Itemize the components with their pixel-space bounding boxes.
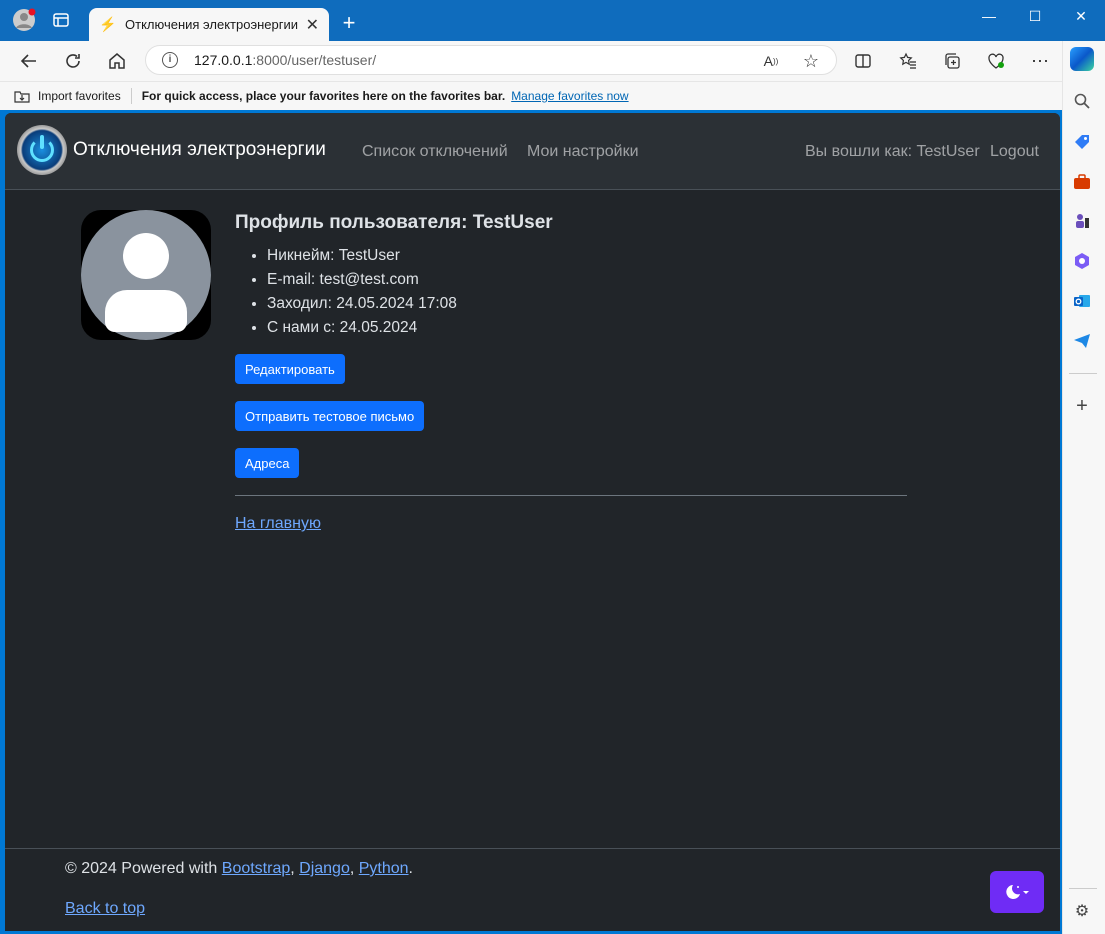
favorites-icon[interactable] — [893, 46, 923, 76]
edit-button[interactable]: Редактировать — [235, 354, 345, 384]
tab-title: Отключения электроэнергии — [125, 17, 298, 32]
sidebar-settings-gear-icon[interactable]: ⚙ — [1071, 900, 1093, 922]
address-bar[interactable]: i 127.0.0.1:8000/user/testuser/ — [145, 45, 837, 75]
add-sidebar-app-icon[interactable]: + — [1071, 395, 1093, 417]
python-link[interactable]: Python — [359, 860, 409, 877]
games-chess-icon[interactable] — [1071, 210, 1093, 232]
avatar-head — [123, 233, 169, 279]
close-window-icon[interactable]: ✕ — [1058, 0, 1104, 32]
navbar-brand[interactable]: Отключения электроэнергии — [73, 139, 326, 161]
split-screen-icon[interactable] — [848, 46, 878, 76]
favbar-divider — [130, 88, 132, 104]
detail-last-login: Заходил: 24.05.2024 17:08 — [267, 292, 457, 316]
maximize-icon[interactable]: ☐ — [1012, 0, 1058, 32]
import-favorites-link[interactable]: Import favorites — [38, 89, 121, 103]
tools-briefcase-icon[interactable] — [1071, 171, 1093, 193]
web-page: Отключения электроэнергии Список отключе… — [5, 113, 1060, 931]
divider — [235, 495, 907, 496]
site-logo-power-icon[interactable] — [17, 125, 67, 175]
home-icon[interactable] — [102, 46, 132, 76]
power-line — [40, 135, 44, 149]
new-tab-icon[interactable]: + — [336, 10, 362, 36]
django-link[interactable]: Django — [299, 860, 350, 877]
favorite-star-icon[interactable]: ☆ — [796, 46, 826, 76]
footer-copyright: © 2024 Powered with Bootstrap, Django, P… — [65, 860, 413, 877]
outlook-icon[interactable] — [1071, 290, 1093, 312]
footer-divider — [5, 848, 1060, 849]
address-path: :8000/user/testuser/ — [252, 52, 377, 68]
moon-stars-icon — [1006, 885, 1029, 899]
footer-suffix: . — [408, 860, 413, 877]
detail-joined: С нами с: 24.05.2024 — [267, 316, 457, 340]
footer-prefix: © 2024 Powered with — [65, 860, 222, 877]
user-avatar — [81, 210, 211, 340]
more-menu-icon[interactable]: ⋯ — [1025, 46, 1055, 76]
manage-favorites-link[interactable]: Manage favorites now — [511, 89, 628, 103]
profile-icon[interactable] — [8, 4, 40, 36]
sidebar-divider-bottom — [1069, 888, 1097, 889]
tab-favicon-lightning-icon: ⚡ — [99, 16, 117, 32]
avatar-body — [105, 290, 187, 332]
back-to-top-link[interactable]: Back to top — [65, 900, 145, 918]
bootstrap-link[interactable]: Bootstrap — [222, 860, 290, 877]
collections-icon[interactable] — [937, 46, 967, 76]
profile-details-list: Никнейм: TestUser E-mail: test@test.com … — [267, 244, 457, 340]
browser-essentials-icon[interactable] — [981, 46, 1011, 76]
import-folder-icon — [14, 91, 30, 103]
logged-in-as-label: Вы вошли как: TestUser — [805, 143, 980, 160]
microsoft365-icon[interactable] — [1071, 250, 1093, 272]
tab-close-icon[interactable]: ✕ — [306, 15, 319, 35]
sidebar-divider — [1069, 373, 1097, 374]
favbar-hint: For quick access, place your favorites h… — [141, 89, 506, 103]
theme-toggle-button[interactable] — [990, 871, 1044, 913]
addresses-button[interactable]: Адреса — [235, 448, 300, 478]
logout-link[interactable]: Logout — [990, 143, 1039, 161]
address-host: 127.0.0.1 — [194, 52, 253, 68]
browser-tab[interactable]: ⚡ Отключения электроэнергии ✕ — [89, 8, 329, 41]
nav-link-outages-list[interactable]: Список отключений — [362, 143, 508, 161]
read-aloud-icon[interactable]: A)) — [756, 46, 786, 76]
copilot-icon[interactable] — [1070, 47, 1094, 71]
telegram-send-icon[interactable] — [1071, 330, 1093, 352]
favorites-bar: Import favorites For quick access, place… — [0, 81, 1062, 110]
profile-title: Профиль пользователя: TestUser — [235, 212, 553, 233]
search-icon[interactable] — [1071, 90, 1093, 112]
send-test-email-button[interactable]: Отправить тестовое письмо — [235, 401, 425, 431]
minimize-icon[interactable]: — — [966, 0, 1012, 32]
shopping-tag-icon[interactable] — [1071, 131, 1093, 153]
nav-link-my-settings[interactable]: Мои настройки — [527, 143, 639, 161]
back-icon[interactable] — [14, 46, 44, 76]
home-link[interactable]: На главную — [235, 515, 321, 533]
workspaces-icon[interactable] — [45, 4, 77, 36]
detail-email: E-mail: test@test.com — [267, 268, 457, 292]
detail-nickname: Никнейм: TestUser — [267, 244, 457, 268]
refresh-icon[interactable] — [58, 46, 88, 76]
site-info-icon[interactable]: i — [162, 52, 178, 68]
